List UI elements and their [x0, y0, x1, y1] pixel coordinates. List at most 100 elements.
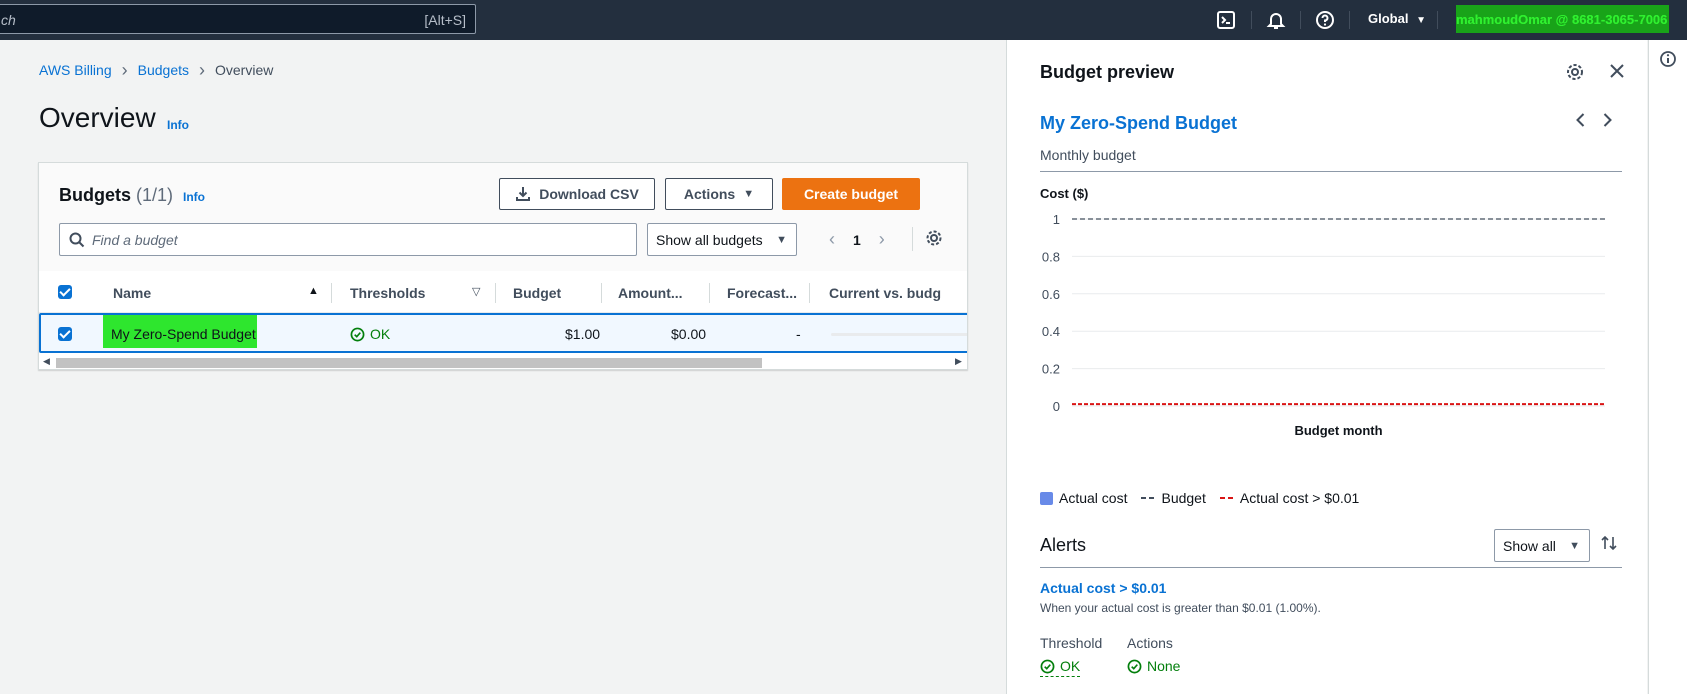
check-circle-icon	[350, 327, 365, 341]
divider	[1040, 567, 1622, 568]
caret-down-icon: ▼	[1416, 15, 1426, 26]
search-icon	[69, 232, 85, 248]
check-circle-icon	[1040, 659, 1055, 673]
budget-filter-value: Show all budgets	[656, 232, 763, 248]
y-tick-label: 0.4	[1042, 324, 1060, 339]
table-row[interactable]: My Zero-Spend Budget OK $1.00 $0.00 -	[39, 313, 967, 353]
next-page-icon[interactable]: ›	[879, 229, 885, 250]
previous-page-icon[interactable]: ‹	[829, 229, 835, 250]
y-tick-label: 0.2	[1042, 362, 1060, 377]
table-info-link[interactable]: Info	[183, 190, 205, 204]
budget-name-link[interactable]: My Zero-Spend Budget	[1040, 113, 1237, 134]
breadcrumb-item-budgets[interactable]: Budgets	[138, 62, 189, 78]
breadcrumb-item-overview: Overview	[215, 62, 274, 78]
column-divider[interactable]	[809, 283, 810, 303]
threshold-status[interactable]: OK	[1040, 658, 1081, 677]
table-title-text: Budgets	[59, 185, 131, 205]
create-budget-button[interactable]: Create budget	[782, 178, 920, 210]
nav-divider	[1251, 11, 1252, 29]
amount-used: $0.00	[671, 326, 707, 342]
close-icon[interactable]	[1608, 62, 1626, 80]
threshold-status-label: OK	[1060, 658, 1081, 674]
budget-navigation	[1573, 112, 1615, 128]
scroll-right-icon[interactable]: ▶	[955, 356, 962, 367]
column-header-thresholds[interactable]: Thresholds	[350, 285, 425, 301]
alert-description: When your actual cost is greater than $0…	[1040, 601, 1321, 615]
column-header-current-vs-budget[interactable]: Current vs. budg	[829, 285, 941, 301]
table-column-headers: Name ▲ Thresholds ▽ Budget Amount... For…	[39, 271, 967, 313]
column-header-forecast[interactable]: Forecast...	[727, 285, 797, 301]
horizontal-scrollbar[interactable]: ◀ ▶	[39, 353, 967, 369]
gear-icon[interactable]	[925, 229, 943, 247]
alerts-filter-select[interactable]: Show all ▼	[1494, 529, 1590, 562]
chevron-right-icon[interactable]	[1599, 112, 1615, 128]
region-label: Global	[1368, 11, 1409, 26]
actions-button[interactable]: Actions ▼	[665, 178, 773, 210]
legend-swatch	[1141, 497, 1156, 499]
sort-ascending-icon[interactable]: ▲	[308, 285, 319, 297]
help-icon[interactable]	[1314, 9, 1336, 31]
y-tick-label: 0.6	[1042, 287, 1060, 302]
column-divider[interactable]	[495, 283, 496, 303]
column-divider[interactable]	[331, 283, 332, 303]
sort-icon[interactable]	[1600, 534, 1618, 552]
legend-item-threshold[interactable]: Actual cost > $0.01	[1219, 490, 1360, 506]
actions-status-label: None	[1147, 658, 1181, 674]
legend-swatch	[1219, 497, 1234, 499]
page-info-link[interactable]: Info	[167, 118, 189, 132]
column-header-budget[interactable]: Budget	[513, 285, 561, 301]
download-csv-button[interactable]: Download CSV	[499, 178, 655, 210]
chart-legend: Actual cost Budget Actual cost > $0.01	[1040, 490, 1359, 506]
current-vs-budget-bar	[831, 333, 967, 336]
column-divider[interactable]	[601, 283, 602, 303]
nav-divider	[1349, 11, 1350, 29]
alert-name-link[interactable]: Actual cost > $0.01	[1040, 580, 1166, 596]
y-axis-label: Cost ($)	[1040, 188, 1088, 201]
budget-name-link[interactable]: My Zero-Spend Budget	[111, 326, 256, 342]
table-title: Budgets (1/1)	[59, 185, 173, 206]
search-shortcut: [Alt+S]	[424, 12, 466, 28]
legend-label: Actual cost > $0.01	[1239, 490, 1360, 506]
breadcrumb-item-aws-billing[interactable]: AWS Billing	[39, 62, 112, 78]
y-tick-label: 0.8	[1042, 249, 1060, 264]
find-budget-input[interactable]: Find a budget	[59, 223, 637, 256]
budget-type: Monthly budget	[1040, 147, 1136, 163]
budget-filter-select[interactable]: Show all budgets ▼	[647, 223, 797, 256]
select-all-checkbox[interactable]	[58, 285, 72, 299]
y-tick-label: 0	[1053, 399, 1060, 414]
chevron-left-icon[interactable]	[1573, 112, 1589, 128]
find-budget-placeholder: Find a budget	[92, 232, 178, 248]
search-input[interactable]: ch [Alt+S]	[0, 4, 476, 34]
legend-item-budget[interactable]: Budget	[1141, 490, 1206, 506]
scrollbar-thumb[interactable]	[56, 358, 762, 368]
download-csv-label: Download CSV	[539, 186, 639, 202]
page-number[interactable]: 1	[853, 232, 861, 248]
check-circle-icon	[1127, 659, 1142, 673]
column-header-name[interactable]: Name	[113, 285, 151, 301]
info-icon[interactable]	[1659, 50, 1677, 68]
pager-divider	[912, 227, 913, 251]
alerts-title: Alerts	[1040, 535, 1087, 555]
nav-divider	[1437, 11, 1438, 29]
help-panel-strip	[1648, 40, 1687, 694]
alerts-filter-value: Show all	[1503, 538, 1556, 554]
gear-icon[interactable]	[1565, 62, 1585, 82]
threshold-status: OK	[350, 326, 390, 342]
x-axis-label: Budget month	[1294, 423, 1382, 438]
budget-amount: $1.00	[565, 326, 601, 342]
threshold-label: Threshold	[1040, 635, 1103, 651]
sort-icon[interactable]: ▽	[472, 285, 480, 298]
region-selector[interactable]: Global ▼	[1368, 11, 1426, 26]
legend-item-actual-cost[interactable]: Actual cost	[1040, 490, 1127, 506]
scroll-left-icon[interactable]: ◀	[43, 356, 50, 367]
budget-chart: Cost ($) 1 0.8 0.6 0.4 0.2 0 Budget month	[1040, 186, 1622, 508]
cloudshell-icon[interactable]	[1215, 9, 1237, 31]
column-header-amount[interactable]: Amount...	[618, 285, 683, 301]
notifications-icon[interactable]	[1265, 9, 1287, 31]
search-placeholder: ch	[1, 12, 16, 28]
account-menu[interactable]: mahmoudOmar @ 8681-3065-7006 ▼	[1456, 5, 1669, 33]
table-header: Budgets (1/1) Info Download CSV Actions …	[39, 163, 967, 271]
row-checkbox[interactable]	[58, 327, 72, 341]
actions-status: None	[1127, 658, 1180, 674]
column-divider[interactable]	[709, 283, 710, 303]
